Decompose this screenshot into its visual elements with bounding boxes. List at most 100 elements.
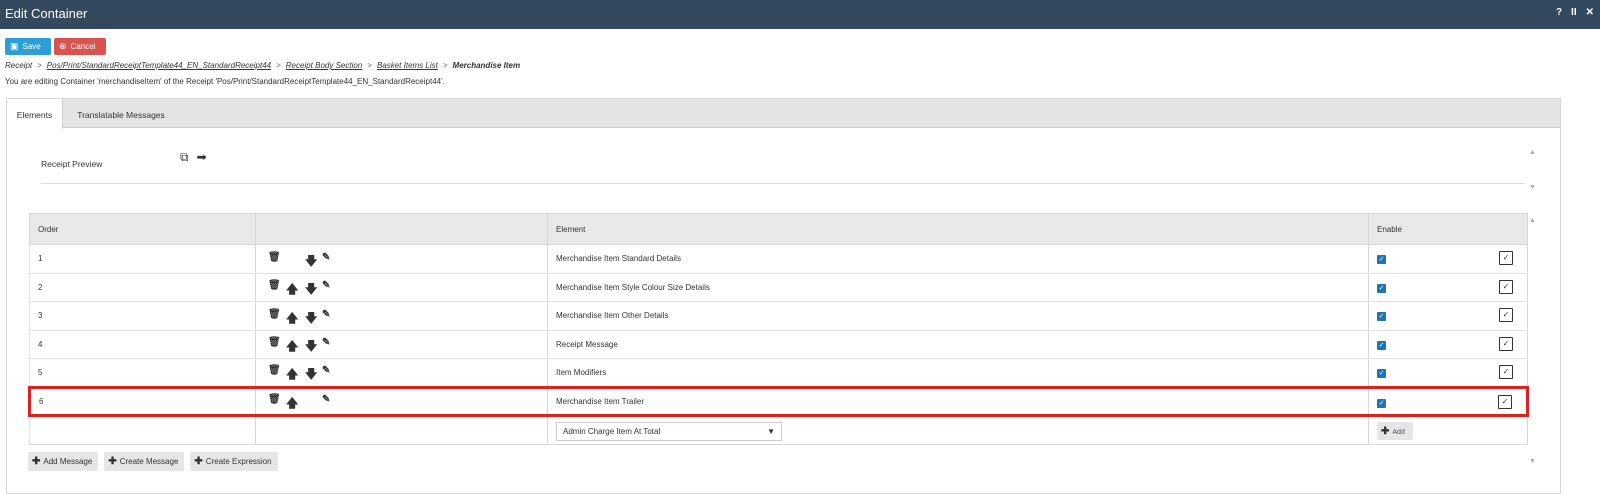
receipt-preview: Receipt Preview ⧉ ➡ xyxy=(35,147,1525,185)
save-button[interactable]: ▣ Save xyxy=(5,38,51,55)
window-titlebar: Edit Container ? II ✕ xyxy=(0,0,1600,29)
enable-checkbox[interactable]: ✓ xyxy=(1377,398,1386,408)
table-row: 2 🗑 🡅 🡇 ✎ Merchandise Item Style Colour Size … xyxy=(29,272,1528,302)
order-cell: 3 xyxy=(29,301,256,331)
enable-cell: ✓ ✓ xyxy=(1368,385,1529,417)
enable-checkbox[interactable]: ✓ xyxy=(1377,312,1386,321)
add-message-button[interactable]: ✚ Add Message xyxy=(28,452,99,471)
order-cell: 6 xyxy=(28,385,256,417)
empty-cell xyxy=(29,415,256,445)
add-element-row: Admin Charge Item At Total ▼ ✚ Add xyxy=(29,415,1528,445)
arrow-down-icon[interactable]: 🡇 xyxy=(305,337,317,358)
edit-element-icon[interactable]: ✓ xyxy=(1499,336,1513,351)
header-enable: Enable xyxy=(1368,213,1528,245)
edit-element-icon[interactable]: ✓ xyxy=(1499,308,1513,322)
cancel-button[interactable]: ⊗ Cancel xyxy=(54,38,106,55)
trash-icon[interactable]: 🗑 xyxy=(268,337,281,348)
floppy-icon: ▣ xyxy=(10,41,19,51)
pencil-icon[interactable]: ✎ xyxy=(322,280,330,291)
element-cell: Receipt Message xyxy=(547,329,1369,359)
tab-translatable-messages[interactable]: Translatable Messages xyxy=(69,99,173,128)
pencil-icon[interactable]: ✎ xyxy=(322,337,330,348)
editor-panel: Elements Translatable Messages Receipt P… xyxy=(6,98,1561,494)
pencil-icon[interactable]: ✎ xyxy=(322,365,330,376)
create-expression-button[interactable]: ✚ Create Expression xyxy=(190,452,278,471)
breadcrumb-body-section[interactable]: Receipt Body Section xyxy=(286,61,363,70)
pause-icon[interactable]: II xyxy=(1571,7,1577,18)
breadcrumb: Receipt > Pos/Print/StandardReceiptTemplat… xyxy=(5,61,520,70)
enable-checkbox[interactable]: ✓ xyxy=(1377,283,1386,293)
breadcrumb-template[interactable]: Pos/Print/StandardReceiptTemplate44_EN_S… xyxy=(47,61,271,70)
enable-cell: ✓ ✓ xyxy=(1368,244,1528,274)
breadcrumb-basket-items[interactable]: Basket Items List xyxy=(377,61,438,70)
trash-icon[interactable]: 🗑 xyxy=(268,280,281,291)
pencil-icon[interactable]: ✎ xyxy=(322,394,330,405)
arrow-down-icon[interactable]: 🡇 xyxy=(305,280,317,301)
enable-checkbox[interactable]: ✓ xyxy=(1377,255,1386,264)
order-cell: 5 xyxy=(29,358,256,388)
enable-checkbox[interactable]: ✓ xyxy=(1377,340,1386,350)
trash-icon[interactable]: 🗑 xyxy=(268,252,281,263)
breadcrumb-separator: > xyxy=(37,61,42,70)
preview-open-icon[interactable]: ⧉ xyxy=(180,150,189,165)
arrow-up-icon[interactable]: 🡅 xyxy=(286,309,298,330)
scroll-down-icon[interactable]: ▼ xyxy=(1529,184,1539,191)
arrow-down-icon[interactable]: 🡇 xyxy=(305,365,317,386)
add-label: Add xyxy=(1392,429,1405,436)
table-scrollbar[interactable]: ▲ ▼ xyxy=(1529,217,1539,471)
add-message-label: Add Message xyxy=(43,457,93,466)
enable-checkbox[interactable]: ✓ xyxy=(1377,369,1386,378)
element-select[interactable]: Admin Charge Item At Total ▼ xyxy=(556,422,782,441)
arrow-up-icon[interactable]: 🡅 xyxy=(286,365,298,386)
elements-table: Order Element Enable 1 🗑 🡇 ✎ Merchandise Ite… xyxy=(28,213,1529,445)
preview-scrollbar[interactable]: ▲ ▼ xyxy=(1529,149,1539,199)
arrow-down-icon[interactable]: 🡇 xyxy=(305,309,317,330)
enable-cell: ✓ ✓ xyxy=(1368,272,1528,302)
edit-element-icon[interactable]: ✓ xyxy=(1499,279,1513,294)
element-cell: Merchandise Item Standard Details xyxy=(547,244,1369,274)
arrow-down-icon[interactable]: 🡇 xyxy=(305,252,317,273)
header-element: Element xyxy=(547,213,1369,245)
add-button[interactable]: ✚ Add xyxy=(1377,422,1413,440)
actions-cell: 🗑 🡅 🡇 ✎ xyxy=(255,358,548,388)
table-row: 5 🗑 🡅 🡇 ✎ Item Modifiers ✓ ✓ xyxy=(29,358,1528,388)
trash-icon[interactable]: 🗑 xyxy=(268,309,281,320)
window-title: Edit Container xyxy=(5,6,88,21)
trash-icon[interactable]: 🗑 xyxy=(268,365,281,376)
edit-element-icon[interactable]: ✓ xyxy=(1499,251,1513,265)
close-icon[interactable]: ✕ xyxy=(1586,7,1594,18)
breadcrumb-receipt[interactable]: Receipt xyxy=(5,61,32,70)
add-cell: ✚ Add xyxy=(1368,415,1528,445)
arrow-up-icon[interactable]: 🡅 xyxy=(286,337,298,358)
table-row: 3 🗑 🡅 🡇 ✎ Merchandise Item Other Details ✓ ✓ xyxy=(29,301,1528,331)
help-icon[interactable]: ? xyxy=(1556,7,1562,18)
tab-elements[interactable]: Elements xyxy=(7,99,63,129)
new-element-cell: Admin Charge Item At Total ▼ xyxy=(547,415,1369,445)
window-controls: ? II ✕ xyxy=(1556,7,1594,18)
enable-cell: ✓ ✓ xyxy=(1368,301,1528,331)
arrow-up-icon[interactable]: 🡅 xyxy=(286,280,298,301)
actions-cell: 🗑 🡅 🡇 ✎ xyxy=(255,301,548,331)
receipt-preview-label: Receipt Preview xyxy=(41,159,103,169)
trash-icon[interactable]: 🗑 xyxy=(268,394,281,405)
scroll-up-icon[interactable]: ▲ xyxy=(1529,217,1539,224)
pencil-icon[interactable]: ✎ xyxy=(322,252,330,263)
footer-buttons: ✚ Add Message ✚ Create Message ✚ Create Exp… xyxy=(28,452,278,471)
table-row: 1 🗑 🡇 ✎ Merchandise Item Standard Details ✓ ✓ xyxy=(29,244,1528,274)
enable-cell: ✓ ✓ xyxy=(1368,329,1528,359)
create-message-label: Create Message xyxy=(119,457,179,466)
arrow-up-icon[interactable]: 🡅 xyxy=(286,394,298,415)
pencil-icon[interactable]: ✎ xyxy=(322,309,330,320)
arrow-right-icon[interactable]: ➡ xyxy=(197,150,207,165)
scroll-down-icon[interactable]: ▼ xyxy=(1529,458,1539,465)
scroll-up-icon[interactable]: ▲ xyxy=(1529,149,1539,156)
chevron-down-icon: ▼ xyxy=(767,427,775,436)
plus-icon: ✚ xyxy=(108,456,117,467)
plus-icon: ✚ xyxy=(32,456,41,467)
header-order: Order xyxy=(29,213,256,245)
actions-cell: 🗑 🡅 🡇 ✎ xyxy=(255,329,548,359)
edit-element-icon[interactable]: ✓ xyxy=(1498,394,1512,409)
tab-bar: Elements Translatable Messages xyxy=(7,99,1560,129)
create-message-button[interactable]: ✚ Create Message xyxy=(104,452,185,471)
edit-element-icon[interactable]: ✓ xyxy=(1499,365,1513,379)
